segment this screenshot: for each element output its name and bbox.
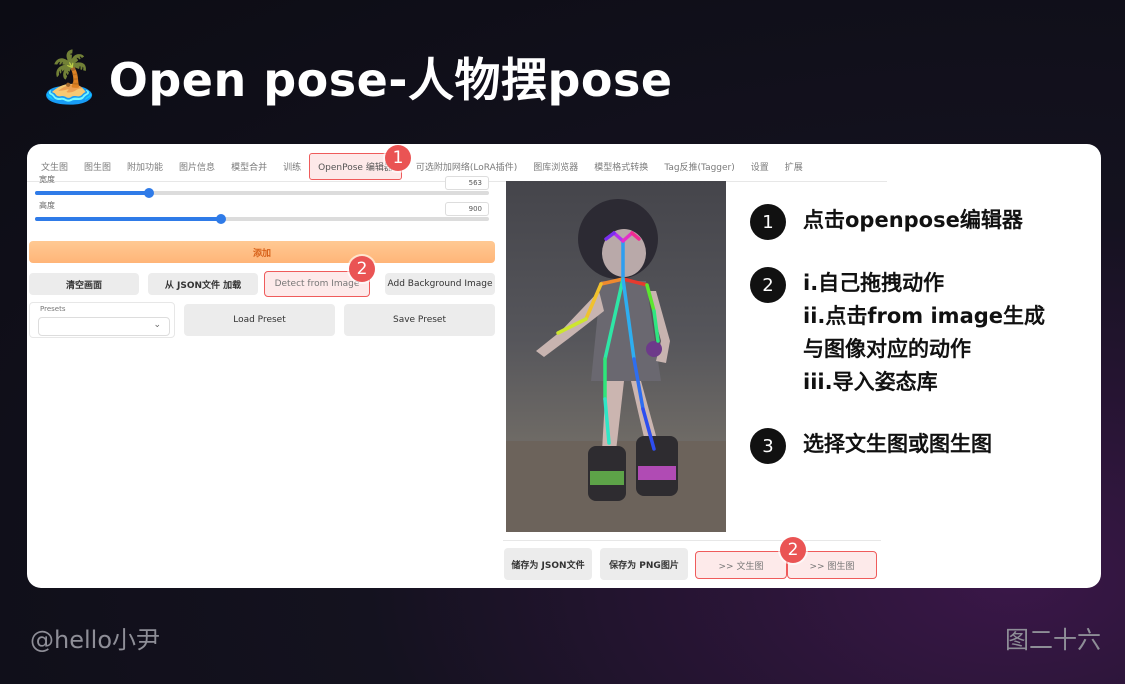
figure-number: 图二十六 (1005, 626, 1101, 654)
step-1-line-1: 点击openpose编辑器 (803, 208, 1023, 232)
tab-settings[interactable]: 设置 (743, 160, 777, 173)
step-number: 1 (750, 204, 786, 240)
clear-canvas-button[interactable]: 清空画面 (29, 273, 139, 295)
webui-screenshot-card: 文生图 图生图 附加功能 图片信息 模型合并 训练 OpenPose 编辑器 可… (27, 144, 1101, 588)
save-png-button[interactable]: 保存为 PNG图片 (600, 548, 688, 580)
pose-canvas-image[interactable] (506, 181, 726, 532)
bottom-divider (503, 540, 881, 541)
width-label: 宽度 (39, 175, 55, 184)
palm-island-icon: 🏝️ (38, 48, 101, 106)
add-button[interactable]: 添加 (29, 241, 495, 263)
presets-group: Presets ⌄ (29, 302, 175, 338)
step-2-line-3: 与图像对应的动作 (803, 337, 971, 361)
height-value[interactable]: 900 (445, 202, 489, 216)
presets-label: Presets (40, 305, 66, 313)
load-preset-button[interactable]: Load Preset (184, 304, 335, 336)
step-text: 选择文生图或图生图 (803, 428, 992, 464)
height-label: 高度 (39, 201, 55, 210)
step-number: 3 (750, 428, 786, 464)
step-2: 2 i.自己拖拽动作 ii.点击from image生成 与图像对应的动作 ii… (750, 267, 1045, 399)
height-thumb[interactable] (216, 214, 227, 224)
step-text: 点击openpose编辑器 (803, 204, 1023, 240)
step-3: 3 选择文生图或图生图 (750, 428, 992, 464)
step-3-line-1: 选择文生图或图生图 (803, 432, 992, 456)
step-text: i.自己拖拽动作 ii.点击from image生成 与图像对应的动作 iii.… (803, 267, 1045, 399)
height-fill (35, 217, 222, 221)
load-json-button[interactable]: 从 JSON文件 加载 (148, 273, 258, 295)
marker-2-send: 2 (780, 537, 806, 563)
chevron-down-icon: ⌄ (153, 320, 161, 330)
marker-2-detect: 2 (349, 256, 375, 282)
save-preset-button[interactable]: Save Preset (344, 304, 495, 336)
size-sliders: 宽度 563 高度 900 (29, 172, 495, 232)
step-number: 2 (750, 267, 786, 303)
slide-title-text: Open pose-人物摆pose (108, 53, 673, 107)
figure-with-pose-skeleton (506, 199, 726, 532)
tab-model-converter[interactable]: 模型格式转换 (586, 160, 656, 173)
send-to-txt2img-button[interactable]: >> 文生图 (695, 551, 787, 579)
step-2-line-1: i.自己拖拽动作 (803, 271, 945, 295)
step-1: 1 点击openpose编辑器 (750, 204, 1023, 240)
width-value[interactable]: 563 (445, 176, 489, 190)
author-handle: @hello小尹 (30, 626, 160, 654)
add-background-image-button[interactable]: Add Background Image (385, 273, 495, 295)
presets-select[interactable]: ⌄ (38, 317, 170, 336)
tab-tagger[interactable]: Tag反推(Tagger) (656, 160, 742, 173)
width-fill (35, 191, 149, 195)
width-thumb[interactable] (143, 188, 154, 198)
save-json-button[interactable]: 储存为 JSON文件 (504, 548, 592, 580)
tab-extensions[interactable]: 扩展 (777, 160, 811, 173)
slide-title: 🏝️ Open pose-人物摆pose (38, 44, 673, 110)
marker-1: 1 (385, 145, 411, 171)
tab-image-browser[interactable]: 图库浏览器 (525, 160, 586, 173)
step-2-line-4: iii.导入姿态库 (803, 370, 938, 394)
step-2-line-2: ii.点击from image生成 (803, 304, 1046, 328)
